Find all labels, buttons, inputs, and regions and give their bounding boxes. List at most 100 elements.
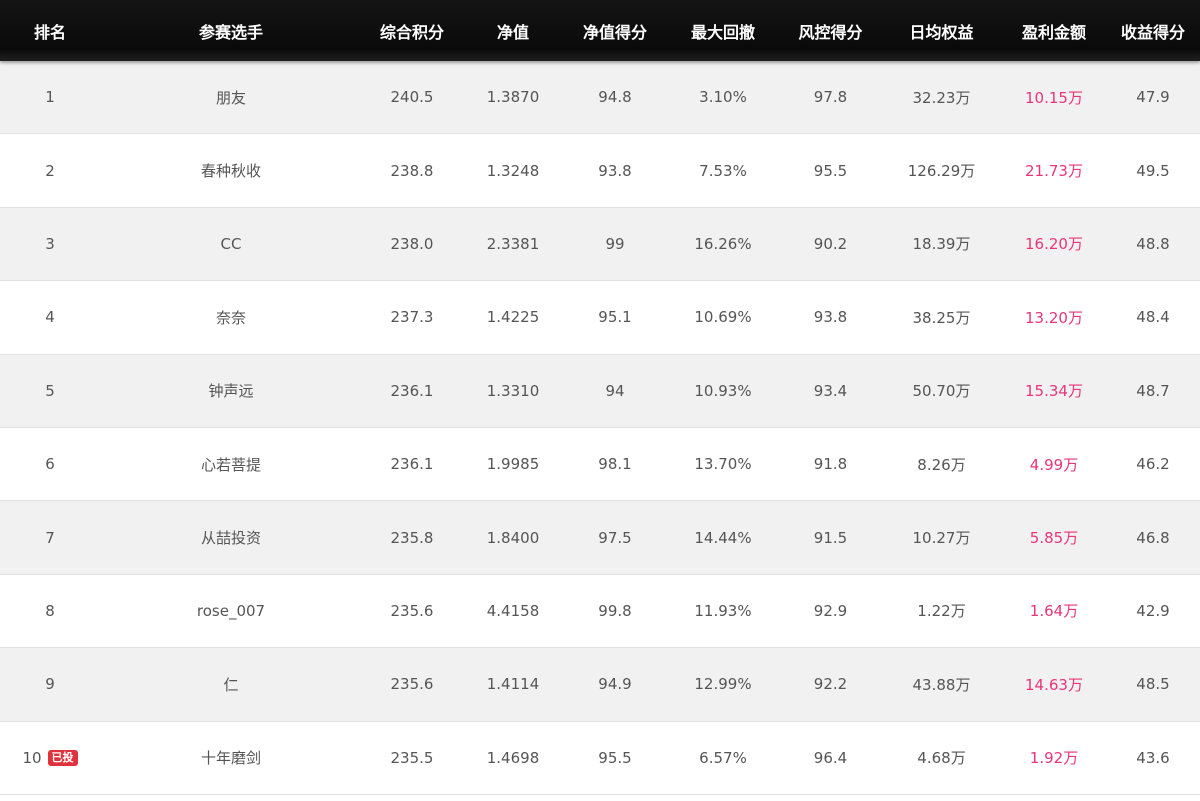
column-header-nav-score[interactable]: 净值得分 [564, 19, 666, 43]
nav-cell: 1.9985 [486, 455, 540, 474]
nav-score-cell: 94.8 [598, 88, 632, 107]
player-name-cell[interactable]: 十年磨剑 [100, 747, 362, 768]
column-header-risk-score[interactable]: 风控得分 [780, 19, 881, 43]
column-header-player[interactable]: 参赛选手 [100, 19, 362, 43]
max-drawdown-cell: 16.26% [694, 234, 752, 253]
risk-score-cell: 91.5 [813, 528, 848, 547]
player-name-cell[interactable]: CC [100, 235, 362, 253]
return-score-cell: 46.8 [1136, 528, 1170, 547]
return-score-cell: 48.8 [1136, 234, 1170, 253]
daily-equity-cell: 50.70万 [912, 382, 971, 401]
column-header-total-score[interactable]: 综合积分 [362, 19, 462, 43]
daily-equity-cell: 126.29万 [907, 162, 976, 181]
daily-equity-cell: 38.25万 [912, 308, 971, 327]
return-score-cell: 48.4 [1136, 308, 1170, 327]
rank-cell: 3 [45, 234, 55, 253]
max-drawdown-cell: 10.93% [694, 381, 752, 400]
total-score-cell: 238.0 [390, 234, 434, 253]
max-drawdown-cell: 3.10% [699, 88, 747, 107]
total-score-cell: 235.6 [390, 675, 434, 694]
nav-score-cell: 99.8 [598, 601, 632, 620]
return-score-cell: 42.9 [1136, 601, 1170, 620]
ranking-table: 排名 参赛选手 综合积分 净值 净值得分 最大回撤 风控得分 日均权益 盈利金额… [0, 0, 1200, 795]
rank-cell: 10 已投 [0, 749, 100, 767]
return-score-cell: 49.5 [1136, 161, 1170, 180]
max-drawdown-cell: 13.70% [694, 455, 752, 474]
rank-with-badge: 10 已投 [22, 748, 78, 767]
table-row[interactable]: 4 奈奈 237.3 1.4225 95.1 10.69% 93.8 38.25… [0, 281, 1200, 355]
profit-cell: 10.15万 [1025, 88, 1083, 107]
profit-cell: 1.64万 [1029, 602, 1079, 621]
player-name-cell[interactable]: 奈奈 [100, 307, 362, 328]
daily-equity-cell: 8.26万 [917, 455, 966, 474]
total-score-cell: 240.5 [390, 88, 434, 107]
total-score-cell: 235.6 [390, 601, 434, 620]
daily-equity-cell: 43.88万 [912, 675, 971, 694]
nav-cell: 1.3248 [486, 161, 540, 180]
return-score-cell: 48.7 [1136, 381, 1170, 400]
rank-number: 10 [22, 748, 42, 767]
nav-cell: 1.3870 [486, 88, 540, 107]
rank-cell: 6 [45, 455, 55, 474]
max-drawdown-cell: 12.99% [694, 675, 752, 694]
nav-cell: 1.8400 [486, 528, 540, 547]
player-name-cell[interactable]: 仁 [100, 674, 362, 695]
column-header-max-drawdown[interactable]: 最大回撤 [666, 19, 780, 43]
rank-cell: 7 [45, 528, 55, 547]
player-name-cell[interactable]: 从喆投资 [100, 527, 362, 548]
profit-cell: 5.85万 [1029, 529, 1079, 548]
table-row[interactable]: 3 CC 238.0 2.3381 99 16.26% 90.2 18.39万 … [0, 207, 1200, 282]
table-row[interactable]: 8 rose_007 235.6 4.4158 99.8 11.93% 92.9… [0, 574, 1200, 649]
profit-cell: 1.92万 [1029, 749, 1079, 768]
table-row[interactable]: 7 从喆投资 235.8 1.8400 97.5 14.44% 91.5 10.… [0, 501, 1200, 575]
rank-cell: 8 [45, 601, 55, 620]
table-row[interactable]: 10 已投 十年磨剑 235.5 1.4698 95.5 6.57% 96.4 … [0, 721, 1200, 795]
max-drawdown-cell: 11.93% [694, 601, 752, 620]
risk-score-cell: 92.9 [813, 601, 848, 620]
return-score-cell: 48.5 [1136, 675, 1170, 694]
risk-score-cell: 96.4 [813, 748, 848, 767]
table-row[interactable]: 1 朋友 240.5 1.3870 94.8 3.10% 97.8 32.23万… [0, 61, 1200, 135]
nav-score-cell: 93.8 [598, 161, 632, 180]
max-drawdown-cell: 14.44% [694, 528, 752, 547]
column-header-return-score[interactable]: 收益得分 [1106, 19, 1200, 43]
nav-score-cell: 98.1 [598, 455, 632, 474]
rank-cell: 1 [45, 88, 55, 107]
column-header-nav[interactable]: 净值 [462, 19, 564, 43]
risk-score-cell: 93.4 [813, 381, 848, 400]
player-name-cell[interactable]: 春种秋收 [100, 160, 362, 181]
total-score-cell: 235.5 [390, 748, 434, 767]
daily-equity-cell: 4.68万 [917, 749, 966, 768]
nav-cell: 1.4225 [486, 308, 540, 327]
player-name-cell[interactable]: 钟声远 [100, 380, 362, 401]
column-header-daily-equity[interactable]: 日均权益 [881, 19, 1002, 43]
profit-cell: 14.63万 [1025, 675, 1083, 694]
table-row[interactable]: 5 钟声远 236.1 1.3310 94 10.93% 93.4 50.70万… [0, 354, 1200, 428]
profit-cell: 21.73万 [1025, 162, 1083, 181]
player-name-cell[interactable]: 心若菩提 [100, 454, 362, 475]
daily-equity-cell: 18.39万 [912, 235, 971, 254]
table-row[interactable]: 6 心若菩提 236.1 1.9985 98.1 13.70% 91.8 8.2… [0, 427, 1200, 502]
player-name-cell[interactable]: rose_007 [100, 602, 362, 620]
column-header-rank[interactable]: 排名 [0, 19, 100, 43]
profit-cell: 4.99万 [1029, 455, 1079, 474]
nav-cell: 1.3310 [486, 381, 540, 400]
risk-score-cell: 93.8 [813, 308, 848, 327]
nav-score-cell: 94.9 [598, 675, 632, 694]
daily-equity-cell: 10.27万 [912, 529, 971, 548]
risk-score-cell: 92.2 [813, 675, 848, 694]
nav-score-cell: 99 [605, 234, 625, 253]
return-score-cell: 43.6 [1136, 748, 1170, 767]
max-drawdown-cell: 6.57% [699, 748, 747, 767]
table-row[interactable]: 2 春种秋收 238.8 1.3248 93.8 7.53% 95.5 126.… [0, 134, 1200, 208]
nav-score-cell: 95.5 [598, 748, 632, 767]
rank-cell: 5 [45, 381, 55, 400]
player-name-cell[interactable]: 朋友 [100, 87, 362, 108]
total-score-cell: 237.3 [390, 308, 434, 327]
total-score-cell: 238.8 [390, 161, 434, 180]
table-row[interactable]: 9 仁 235.6 1.4114 94.9 12.99% 92.2 43.88万… [0, 648, 1200, 722]
return-score-cell: 47.9 [1136, 88, 1170, 107]
column-header-profit[interactable]: 盈利金额 [1002, 19, 1106, 43]
profit-cell: 13.20万 [1025, 308, 1083, 327]
risk-score-cell: 95.5 [813, 161, 848, 180]
